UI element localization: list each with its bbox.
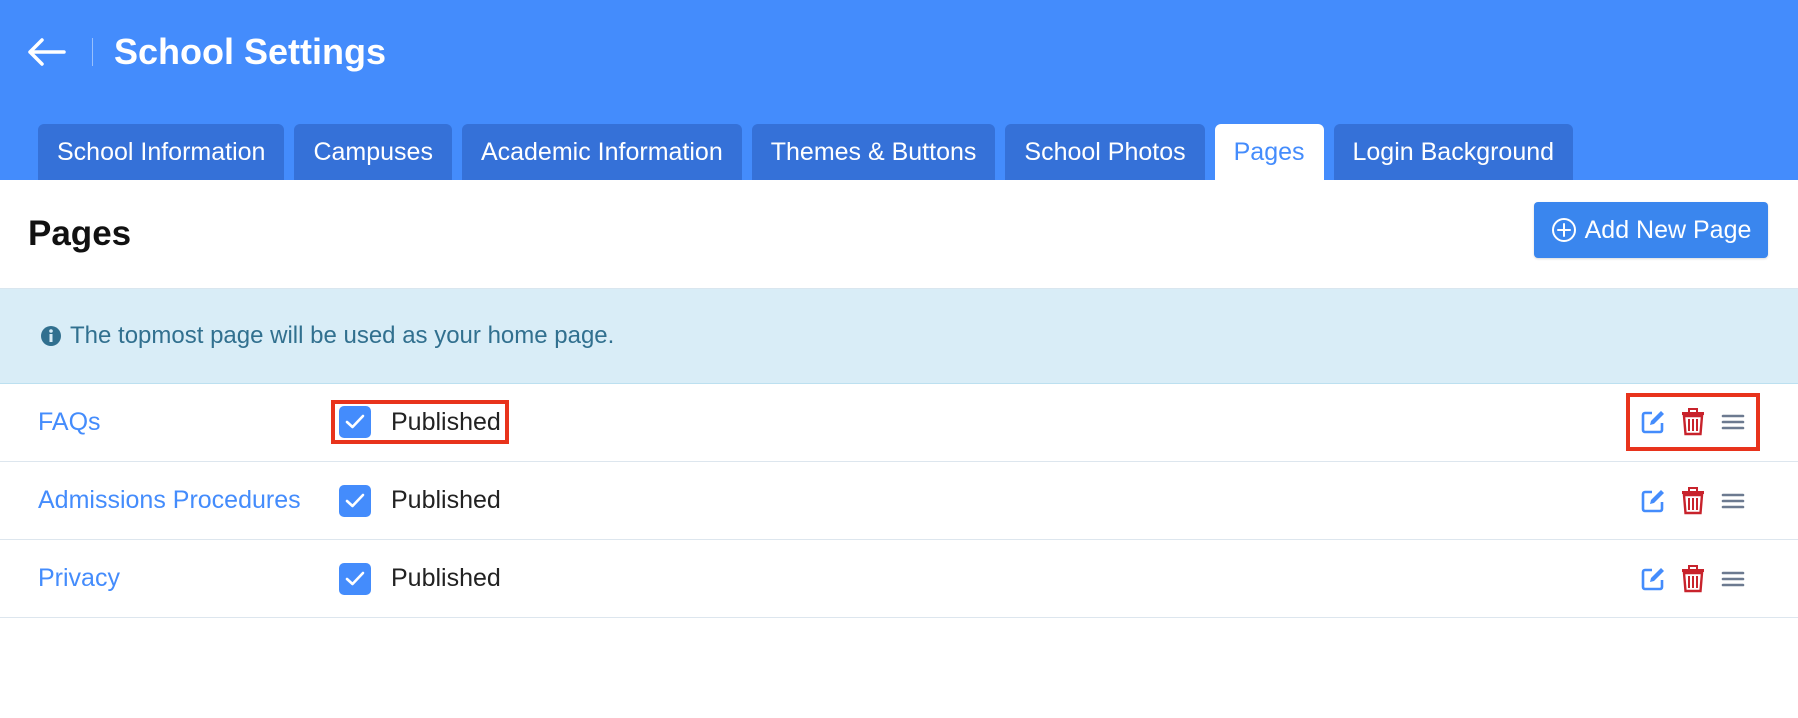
add-new-page-label: Add New Page [1584,215,1752,244]
tab-school-information[interactable]: School Information [38,124,285,180]
edit-button[interactable] [1638,486,1668,516]
info-circle-icon [41,326,61,346]
pages-section-header: Pages Add New Page [0,180,1798,289]
check-icon [345,493,365,507]
info-text: The topmost page will be used as your ho… [70,322,615,349]
edit-button[interactable] [1638,564,1668,594]
delete-button[interactable] [1678,486,1708,516]
trash-icon [1682,486,1704,514]
published-checkbox[interactable] [339,406,371,438]
drag-handle-icon [1721,571,1745,586]
published-label: Published [391,564,501,592]
table-row: Privacy Published [0,540,1798,618]
edit-icon [1641,411,1664,434]
trash-icon [1682,408,1704,436]
page-name-link[interactable]: Privacy [38,540,120,617]
header-divider [92,38,93,66]
page-name-link[interactable]: Admissions Procedures [38,462,301,539]
tab-academic-information[interactable]: Academic Information [461,124,742,180]
row-actions [1638,462,1748,539]
published-label: Published [391,407,501,436]
check-icon [345,414,365,429]
info-alert: The topmost page will be used as your ho… [0,289,1798,384]
trash-icon [1682,564,1704,592]
publish-toggle: Published [339,540,501,617]
table-row: Admissions Procedures Published [0,462,1798,540]
tab-campuses[interactable]: Campuses [294,124,452,180]
drag-handle[interactable] [1718,407,1748,437]
table-row: FAQs Published [0,384,1798,462]
drag-handle-icon [1721,493,1745,508]
published-checkbox[interactable] [339,562,371,595]
add-new-page-button[interactable]: Add New Page [1534,202,1768,258]
page-header-title: School Settings [114,31,387,72]
app-header: School Settings School Information Campu… [0,0,1798,180]
edit-icon [1641,489,1664,512]
published-label: Published [391,486,501,514]
plus-circle-icon [1551,218,1576,242]
delete-button[interactable] [1678,407,1708,437]
edit-icon [1641,567,1664,590]
arrow-left-icon [28,38,66,66]
drag-handle-icon [1721,414,1745,430]
published-checkbox[interactable] [339,484,371,517]
section-title: Pages [28,214,132,253]
publish-toggle: Published [331,400,509,444]
settings-tabs: School Information Campuses Academic Inf… [38,124,1574,180]
drag-handle[interactable] [1718,564,1748,594]
check-icon [345,571,365,585]
tab-school-photos[interactable]: School Photos [1005,124,1205,180]
row-actions [1626,393,1760,451]
drag-handle[interactable] [1718,486,1748,516]
row-actions [1638,540,1748,617]
page-name-link[interactable]: FAQs [38,384,101,461]
tab-pages[interactable]: Pages [1214,124,1324,180]
publish-toggle: Published [339,462,501,539]
delete-button[interactable] [1678,564,1708,594]
back-button[interactable] [24,30,68,74]
tab-login-background[interactable]: Login Background [1333,124,1574,180]
edit-button[interactable] [1638,407,1668,437]
tab-themes-buttons[interactable]: Themes & Buttons [751,124,996,180]
